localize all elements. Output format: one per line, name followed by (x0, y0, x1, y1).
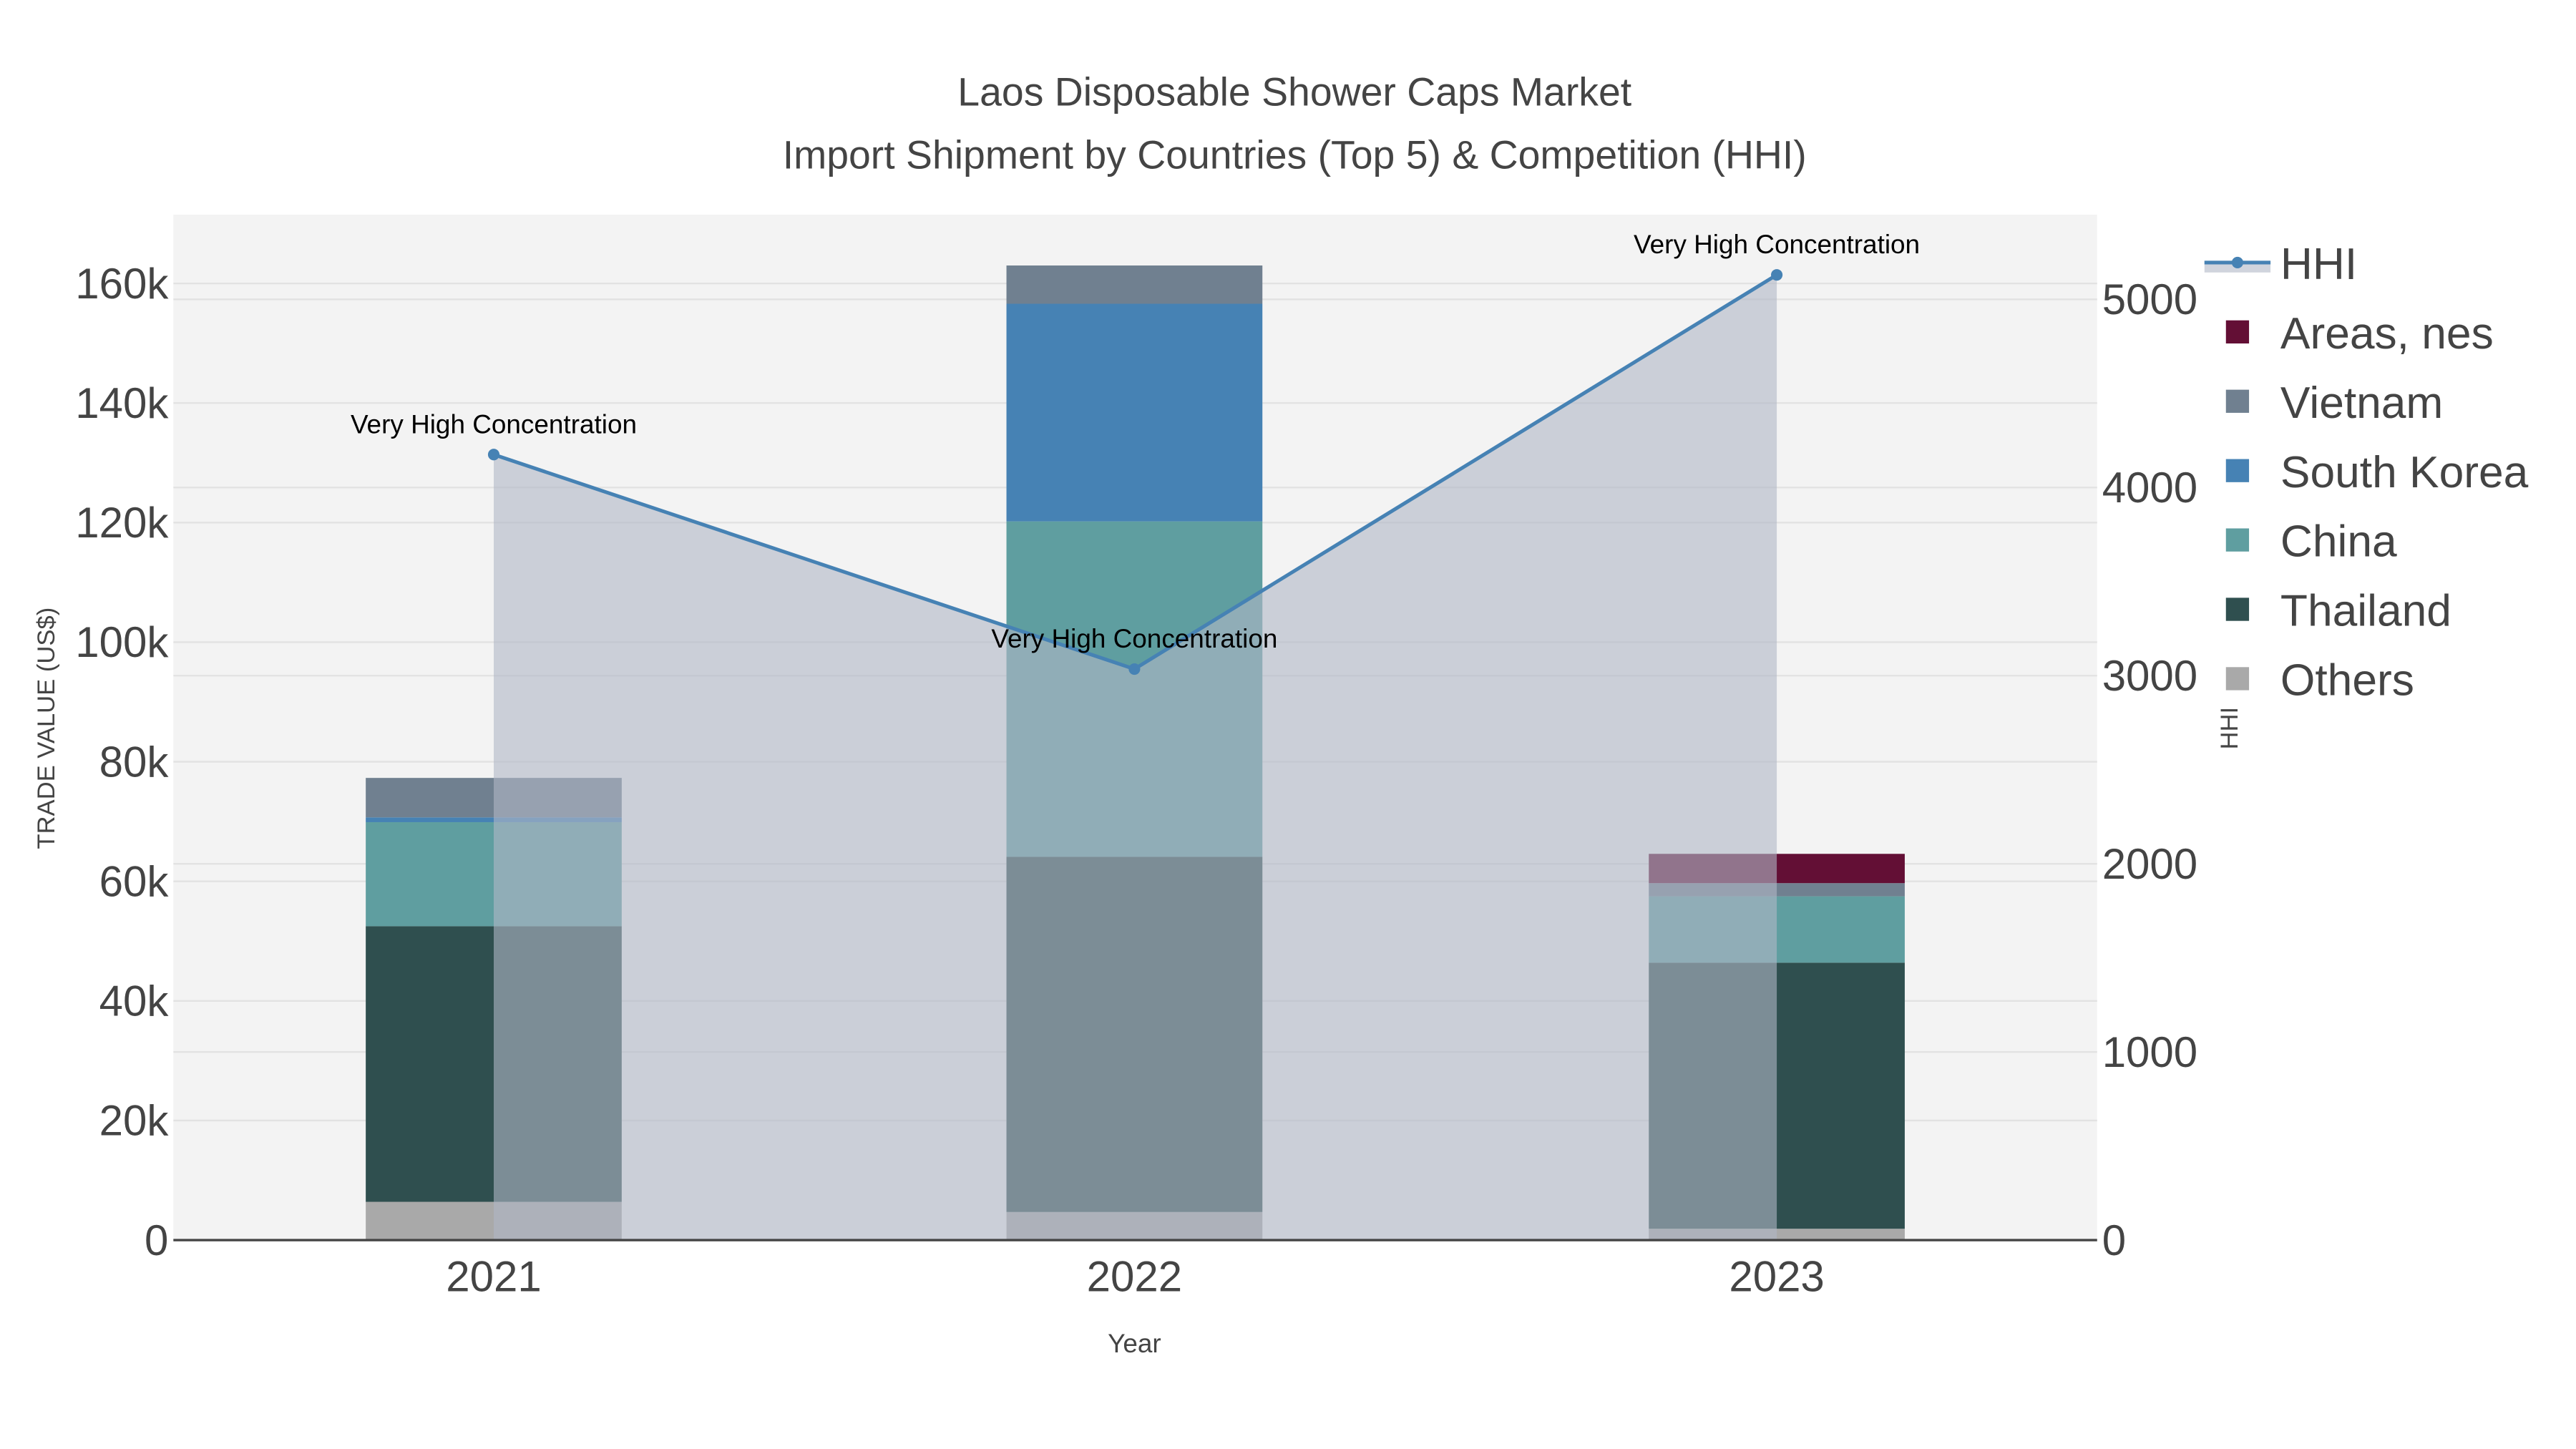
y-tick-label: 160k (75, 260, 169, 308)
hhi-annotation: Very High Concentration (1634, 230, 1920, 259)
legend: HHI Areas, nes Vietnam South Korea China Thai… (2204, 240, 2529, 706)
legend-item-others[interactable]: Others (2280, 656, 2414, 706)
hhi-point-2022 (1128, 663, 1141, 675)
legend-swatch (2225, 528, 2250, 552)
bar-vietnam-2022 (1006, 265, 1263, 304)
hhi-annotation: Very High Concentration (351, 409, 637, 439)
chart: Very High Concentration Very High Concent… (33, 70, 2529, 1358)
y2-axis-label: HHI (2216, 707, 2243, 750)
y-tick-label: 120k (75, 499, 169, 547)
y2-tick-label: 1000 (2102, 1028, 2197, 1076)
hhi-point-2021 (487, 449, 500, 461)
y2-tick-label: 5000 (2102, 275, 2197, 323)
legend-item-vietnam[interactable]: Vietnam (2280, 379, 2443, 428)
legend-item-hhi[interactable]: HHI (2280, 240, 2357, 289)
legend-item-thailand[interactable]: Thailand (2280, 587, 2451, 636)
hhi-point-2023 (1771, 269, 1783, 281)
legend-swatch (2225, 389, 2250, 413)
y-tick-label: 60k (99, 857, 170, 905)
y2-tick-label: 3000 (2102, 652, 2197, 700)
chart-title: Laos Disposable Shower Caps Market (957, 70, 1631, 114)
x-tick-label: 2021 (446, 1253, 541, 1301)
x-tick-label: 2022 (1087, 1253, 1182, 1301)
y-tick-label: 40k (99, 977, 170, 1025)
legend-swatch (2225, 667, 2250, 691)
y-axis-label: TRADE VALUE (US$) (33, 608, 60, 849)
legend-hhi-marker (2231, 256, 2243, 268)
y-tick-label: 20k (99, 1097, 170, 1145)
legend-item-south-korea[interactable]: South Korea (2280, 448, 2529, 497)
y2-tick-label: 0 (2102, 1216, 2126, 1264)
legend-item-china[interactable]: China (2280, 517, 2397, 567)
x-axis-label: Year (1108, 1329, 1161, 1358)
y-tick-label: 100k (75, 618, 169, 666)
bar-south-korea-2022 (1006, 303, 1263, 522)
y2-tick-label: 4000 (2102, 464, 2197, 512)
legend-swatch (2225, 459, 2250, 482)
x-tick-label: 2023 (1729, 1253, 1824, 1301)
chart-subtitle: Import Shipment by Countries (Top 5) & C… (783, 132, 1807, 177)
legend-item-areas-nes[interactable]: Areas, nes (2280, 309, 2494, 358)
legend-swatch (2225, 597, 2250, 621)
hhi-annotation: Very High Concentration (991, 624, 1277, 653)
y2-tick-label: 2000 (2102, 840, 2197, 888)
legend-swatch (2225, 320, 2250, 343)
y-tick-label: 0 (145, 1216, 168, 1264)
y-tick-label: 80k (99, 738, 170, 786)
y-tick-label: 140k (75, 379, 169, 427)
